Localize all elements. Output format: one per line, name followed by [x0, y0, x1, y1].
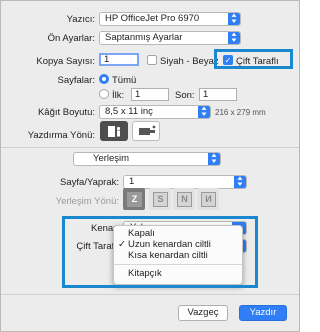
- presets-value: Saptanmış Ayarlar: [105, 32, 183, 43]
- bw-label: Siyah - Beyaz: [160, 56, 219, 67]
- layout-z-icon: Z: [127, 192, 142, 207]
- pages-from-label: İlk:: [112, 90, 125, 101]
- panel-select-value: Yerleşim: [93, 153, 130, 164]
- pages-to-label: Son:: [175, 90, 195, 101]
- select-arrows-icon: ▴ ▾: [228, 32, 240, 44]
- printer-select[interactable]: HP OfficeJet Pro 6970 ▴ ▾: [99, 12, 241, 26]
- layout-direction-reverse-n-button[interactable]: И: [197, 188, 219, 210]
- presets-select[interactable]: Saptanmış Ayarlar ▴ ▾: [99, 31, 241, 45]
- print-dialog: Yazıcı: HP OfficeJet Pro 6970 ▴ ▾ Ön Ayar…: [0, 0, 300, 332]
- border-duplex-highlight: [62, 216, 258, 288]
- layout-direction-n-button[interactable]: N: [173, 188, 195, 210]
- paper-size-select[interactable]: 8,5 x 11 inç ▴ ▾: [99, 105, 211, 119]
- layout-direction-label: Yerleşim Yönü:: [55, 196, 119, 207]
- cancel-button[interactable]: Vazgeç: [178, 305, 228, 321]
- layout-direction-buttons: Z S N И: [123, 188, 219, 214]
- portrait-button[interactable]: [100, 121, 128, 141]
- presets-label: Ön Ayarlar:: [47, 33, 95, 44]
- bw-checkbox[interactable]: [147, 55, 157, 65]
- panel-select[interactable]: Yerleşim ▴ ▾: [73, 152, 221, 166]
- pages-per-sheet-select[interactable]: 1 ▴ ▾: [123, 175, 247, 189]
- pages-to-input[interactable]: 1: [199, 88, 237, 101]
- orientation-label: Yazdırma Yönü:: [27, 130, 95, 141]
- layout-direction-s-button[interactable]: S: [149, 188, 171, 210]
- pages-per-sheet-value: 1: [129, 176, 135, 187]
- landscape-button[interactable]: [132, 121, 160, 141]
- select-arrows-icon: ▴ ▾: [208, 153, 220, 165]
- layout-direction-z-button[interactable]: Z: [123, 188, 145, 210]
- paper-size-label: Kâğıt Boyutu:: [37, 107, 95, 118]
- landscape-icon: [139, 125, 156, 135]
- pages-from-input[interactable]: 1: [131, 88, 169, 101]
- pages-range-radio[interactable]: [99, 89, 109, 99]
- layout-s-icon: S: [153, 192, 168, 207]
- print-button[interactable]: Yazdır: [239, 305, 287, 321]
- pages-all-radio[interactable]: [99, 74, 109, 84]
- copies-label: Kopya Sayısı:: [36, 56, 95, 67]
- layout-n-icon: N: [177, 192, 192, 207]
- printer-label: Yazıcı:: [66, 14, 95, 25]
- portrait-icon: [108, 126, 121, 137]
- layout-reverse-n-icon: И: [201, 192, 216, 207]
- copies-input[interactable]: 1: [99, 53, 139, 66]
- pages-label: Sayfalar:: [57, 75, 96, 86]
- select-arrows-icon: ▴ ▾: [228, 13, 240, 25]
- pages-per-sheet-label: Sayfa/Yaprak:: [60, 177, 119, 188]
- paper-size-dims: 216 x 279 mm: [215, 108, 266, 117]
- divider: [1, 294, 299, 295]
- select-arrows-icon: ▴ ▾: [198, 106, 210, 118]
- printer-value: HP OfficeJet Pro 6970: [105, 13, 200, 24]
- pages-all-label: Tümü: [112, 75, 137, 86]
- divider: [1, 147, 299, 148]
- paper-size-value: 8,5 x 11 inç: [105, 106, 153, 117]
- duplex-highlight: [214, 49, 293, 69]
- select-arrows-icon: ▴ ▾: [234, 176, 246, 188]
